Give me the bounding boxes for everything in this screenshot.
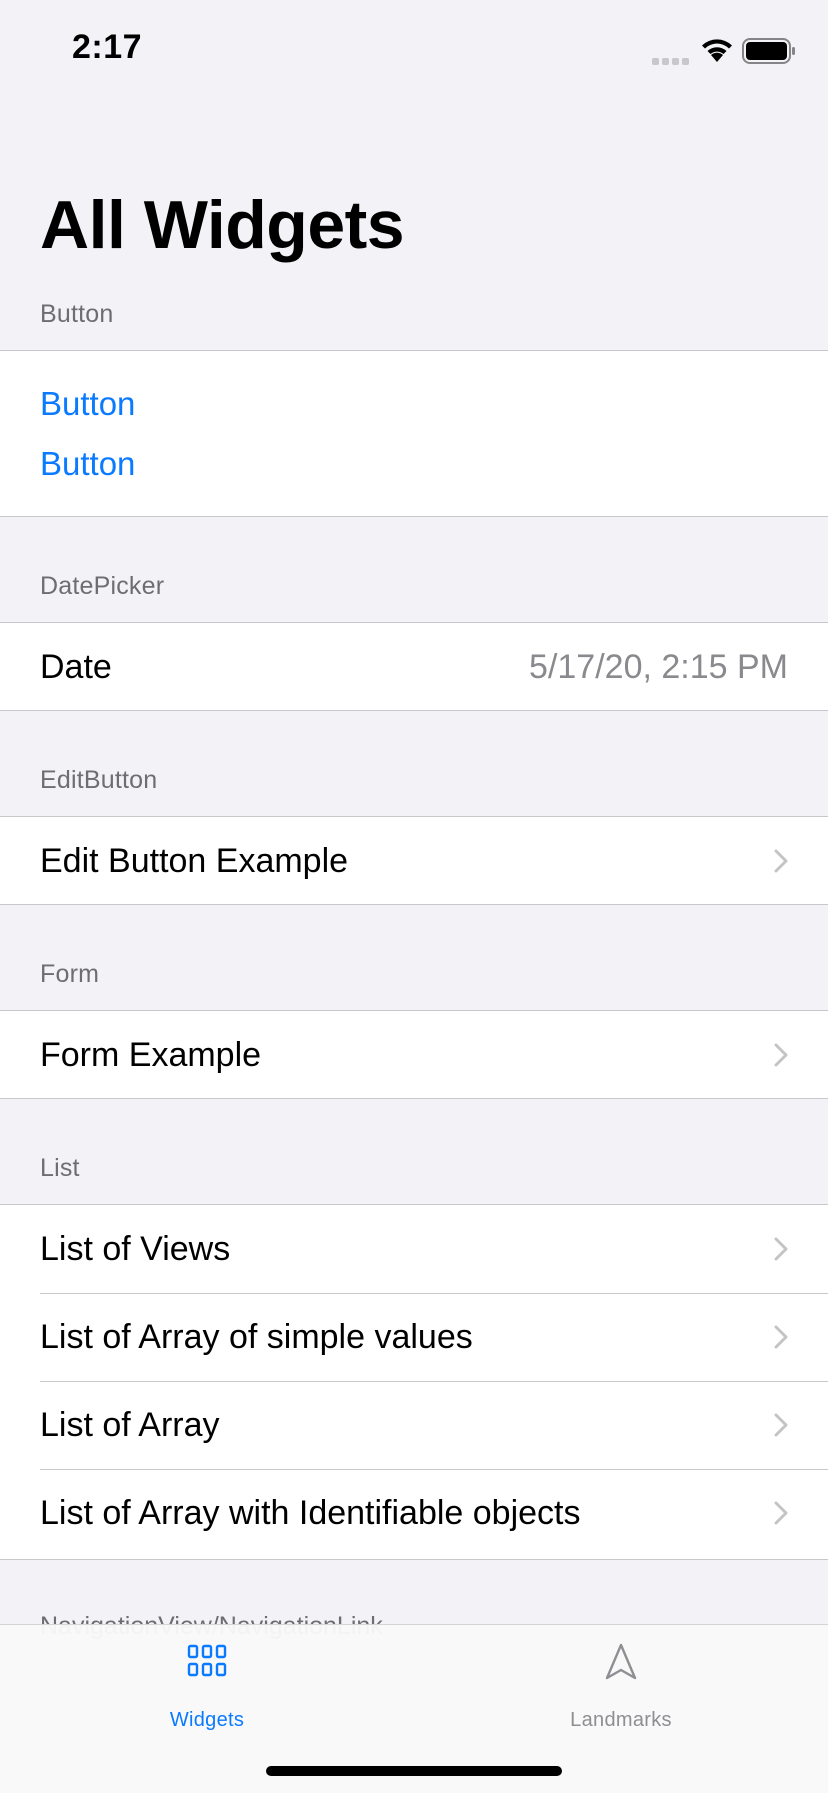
- section-header-editbutton: EditButton: [40, 766, 158, 794]
- edit-button-example-row[interactable]: Edit Button Example: [0, 817, 828, 905]
- chevron-right-icon: [774, 1325, 788, 1354]
- section-header-datepicker: DatePicker: [40, 572, 165, 600]
- status-bar: 2:17: [0, 0, 828, 100]
- date-value[interactable]: 5/17/20, 2:15 PM: [529, 648, 788, 687]
- section-header-form: Form: [40, 960, 100, 988]
- chevron-right-icon: [774, 1043, 788, 1072]
- date-row[interactable]: Date 5/17/20, 2:15 PM: [0, 623, 828, 711]
- chevron-right-icon: [774, 849, 788, 878]
- list-item[interactable]: List of Views: [0, 1205, 828, 1293]
- row-label: Edit Button Example: [40, 841, 349, 880]
- row-label: Form Example: [40, 1035, 262, 1074]
- row-label: List of Array: [40, 1405, 220, 1444]
- editbutton-group: Edit Button Example: [0, 816, 828, 905]
- section-header-button: Button: [40, 300, 114, 328]
- date-label: Date: [40, 647, 112, 686]
- tab-label: Landmarks: [570, 1709, 672, 1731]
- list-item[interactable]: List of Array: [0, 1381, 828, 1469]
- row-label: List of Array of simple values: [40, 1317, 473, 1356]
- battery-icon: [742, 38, 796, 69]
- wifi-icon: [700, 37, 734, 68]
- chevron-right-icon: [774, 1501, 788, 1530]
- cellular-signal-icon: [652, 52, 692, 70]
- datepicker-group: Date 5/17/20, 2:15 PM: [0, 622, 828, 711]
- list-group: List of Views List of Array of simple va…: [0, 1204, 828, 1560]
- tab-landmarks[interactable]: Landmarks: [414, 1625, 828, 1735]
- home-indicator[interactable]: [266, 1766, 562, 1776]
- section-header-list: List: [40, 1154, 80, 1182]
- form-example-row[interactable]: Form Example: [0, 1011, 828, 1099]
- row-label: List of Views: [40, 1229, 231, 1268]
- row-label: List of Array with Identifiable objects: [40, 1493, 581, 1532]
- chevron-right-icon: [774, 1237, 788, 1266]
- list-item[interactable]: List of Array with Identifiable objects: [0, 1469, 828, 1557]
- grid-icon: [0, 1643, 414, 1684]
- tab-widgets[interactable]: Widgets: [0, 1625, 414, 1735]
- location-arrow-icon: [414, 1643, 828, 1686]
- chevron-right-icon: [774, 1413, 788, 1442]
- button-1[interactable]: Button: [40, 385, 135, 423]
- page-title: All Widgets: [40, 187, 405, 263]
- tab-label: Widgets: [169, 1709, 245, 1731]
- form-group: Form Example: [0, 1010, 828, 1099]
- list-item[interactable]: List of Array of simple values: [0, 1293, 828, 1381]
- button-group: Button Button: [0, 350, 828, 517]
- button-2[interactable]: Button: [40, 445, 135, 483]
- status-time: 2:17: [72, 28, 143, 66]
